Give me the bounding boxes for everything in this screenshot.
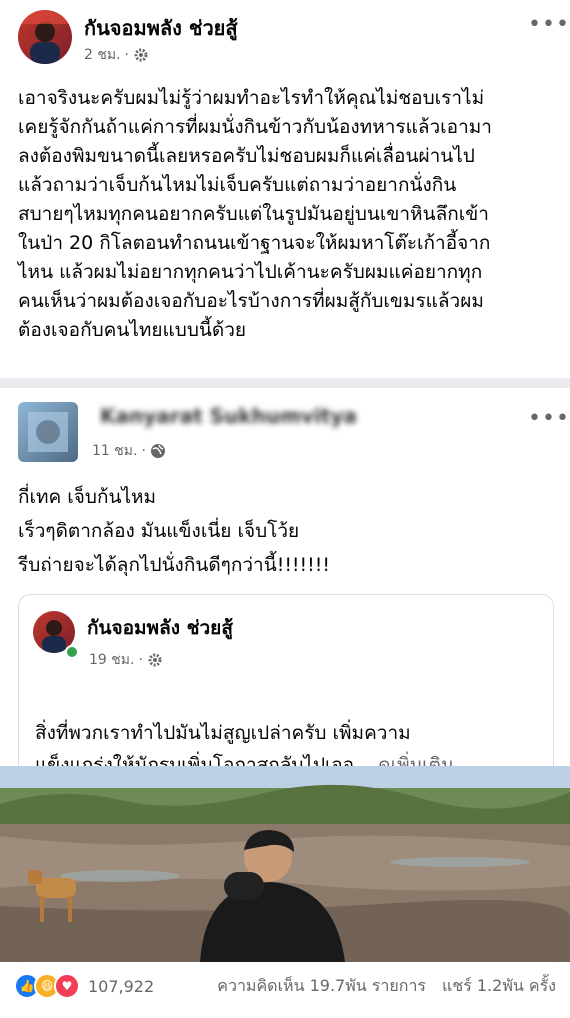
gear-icon [134, 48, 148, 62]
timestamp[interactable]: 11 ชม. [92, 440, 137, 462]
globe-icon [150, 444, 165, 458]
love-icon: ♥ [54, 973, 80, 999]
more-dots-icon[interactable]: ••• [528, 408, 570, 430]
timestamp[interactable]: 2 ชม. [84, 44, 121, 66]
post-text: กี่เทค เจ็บก้นไหม เร็วๆดิตากล้อง มันแข็ง… [18, 486, 331, 576]
photo-scene [0, 766, 570, 962]
more-dots-icon[interactable]: ••• [528, 14, 570, 36]
reaction-icons[interactable]: 👍 😆 ♥ [14, 973, 80, 999]
post-meta: 11 ชม. · [92, 440, 166, 462]
comment-count[interactable]: ความคิดเห็น 19.7พัน รายการ [217, 974, 426, 999]
online-status-dot [65, 645, 79, 659]
avatar-image [18, 10, 72, 64]
author-name[interactable]: กันจอมพลัง ช่วยสู้ [87, 613, 233, 643]
post-meta: 19 ชม. · [89, 649, 163, 671]
feed-divider [0, 378, 570, 388]
post-original: กันจอมพลัง ช่วยสู้ 2 ชม. · ••• เอาจริงนะ… [0, 0, 570, 378]
post-share: Kanyarat Sukhumvitya 11 ชม. · ••• กี่เทค… [0, 388, 570, 963]
author-name-blurred[interactable]: Kanyarat Sukhumvitya [100, 404, 400, 428]
avatar-image [28, 412, 68, 452]
reaction-stats-bar: 👍 😆 ♥ 107,922 ความคิดเห็น 19.7พัน รายการ… [0, 962, 570, 1010]
reaction-count[interactable]: 107,922 [88, 977, 154, 996]
post-meta: 2 ชม. · [84, 44, 149, 66]
author-name[interactable]: กันจอมพลัง ช่วยสู้ [84, 12, 238, 44]
post-photo[interactable] [0, 766, 570, 962]
timestamp[interactable]: 19 ชม. [89, 649, 134, 671]
gear-icon [148, 653, 162, 667]
post-text: เอาจริงนะครับผมไม่รู้ว่าผมทำอะไรทำให้คุณ… [18, 87, 492, 341]
share-count[interactable]: แชร์ 1.2พัน ครั้ง [442, 974, 556, 999]
avatar[interactable] [18, 10, 72, 64]
avatar-blurred[interactable] [18, 402, 78, 462]
